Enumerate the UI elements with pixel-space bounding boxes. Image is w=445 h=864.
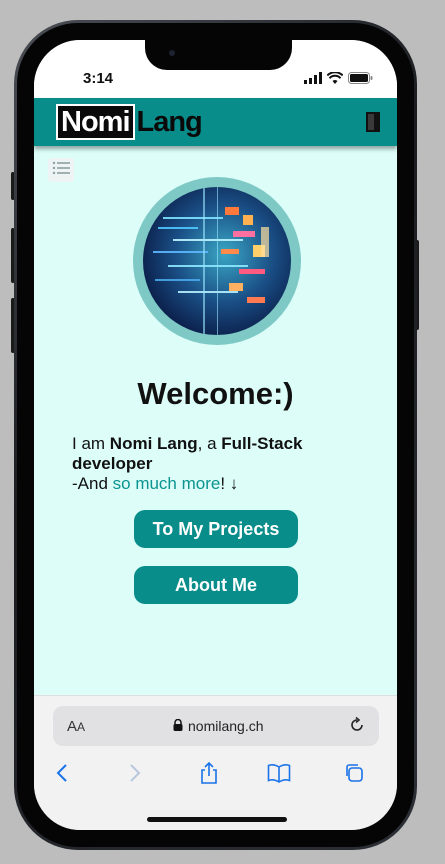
intro-suffix: ! ↓ xyxy=(220,474,239,493)
forward-icon[interactable] xyxy=(120,758,150,788)
text-size-small: A xyxy=(77,720,86,734)
site-logo[interactable]: Nomi Lang xyxy=(56,104,203,140)
door-icon[interactable] xyxy=(362,111,384,133)
projects-button[interactable]: To My Projects xyxy=(134,510,298,548)
text-size-button[interactable]: AA xyxy=(67,718,85,735)
welcome-heading: Welcome:) xyxy=(137,376,294,411)
url-display[interactable]: nomilang.ch xyxy=(173,718,264,734)
browser-toolbar xyxy=(34,758,397,788)
intro-middle: , a xyxy=(197,434,222,453)
logo-part2: Lang xyxy=(136,106,203,138)
home-indicator[interactable] xyxy=(147,817,287,822)
status-bar: 3:14 xyxy=(34,40,397,98)
battery-icon xyxy=(348,71,373,89)
intro-name: Nomi Lang xyxy=(109,434,198,453)
menu-icon xyxy=(52,161,70,180)
app-header: Nomi Lang xyxy=(34,98,397,146)
menu-button[interactable] xyxy=(48,158,74,182)
url-text: nomilang.ch xyxy=(188,718,264,734)
reload-icon[interactable] xyxy=(348,716,366,739)
avatar-image xyxy=(143,187,291,335)
status-icons xyxy=(304,71,373,89)
tabs-icon[interactable] xyxy=(339,758,369,788)
intro-line2-prefix: -And xyxy=(72,474,113,493)
so-much-more-link[interactable]: so much more xyxy=(113,474,221,493)
back-icon[interactable] xyxy=(47,758,77,788)
signal-icon xyxy=(304,71,322,89)
intro-prefix: I am xyxy=(72,434,110,453)
text-size-large: A xyxy=(67,718,78,735)
profile-avatar xyxy=(133,177,301,345)
share-icon[interactable] xyxy=(194,758,224,788)
intro-text: I am Nomi Lang, a Full-Stack developer -… xyxy=(72,434,372,494)
screen: 3:14 Nomi Lang Welcome:) I am Nomi Lang,… xyxy=(34,40,397,830)
browser-bar: AA nomilang.ch xyxy=(34,695,397,830)
phone-bezel: 3:14 Nomi Lang Welcome:) I am Nomi Lang,… xyxy=(17,23,414,847)
about-button[interactable]: About Me xyxy=(134,566,298,604)
lock-icon xyxy=(173,718,183,734)
wifi-icon xyxy=(326,71,344,89)
bookmarks-icon[interactable] xyxy=(264,758,294,788)
logo-part1: Nomi xyxy=(56,104,135,140)
address-bar[interactable]: AA nomilang.ch xyxy=(53,706,379,746)
phone-frame: 3:14 Nomi Lang Welcome:) I am Nomi Lang,… xyxy=(14,20,417,850)
notch xyxy=(145,40,292,70)
status-time: 3:14 xyxy=(83,70,114,87)
